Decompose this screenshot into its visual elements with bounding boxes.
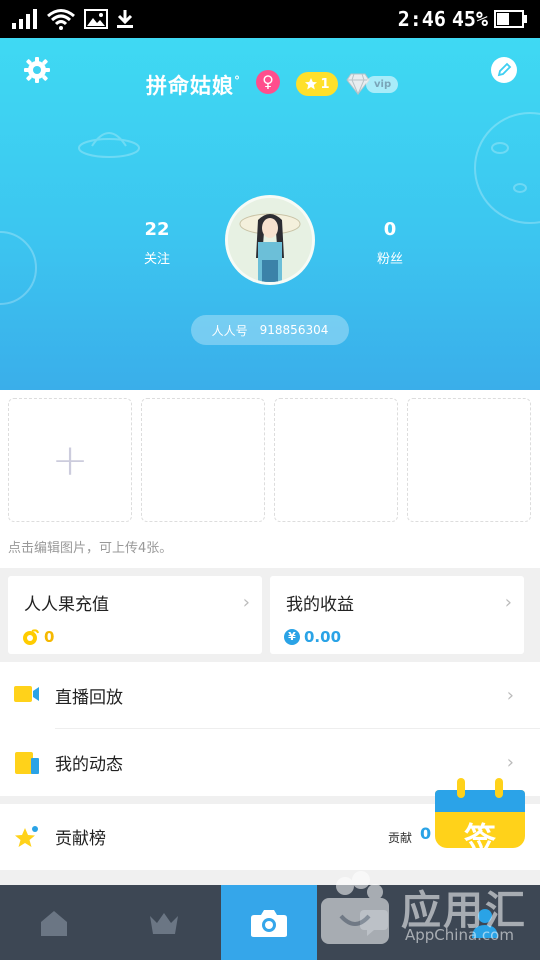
photo-slot[interactable]: [274, 398, 398, 522]
contribution-label: 贡献: [388, 831, 413, 845]
earnings-value: 0.00: [304, 628, 342, 646]
vip-badge[interactable]: vip: [346, 72, 399, 96]
recharge-card[interactable]: 人人果充值 › 0: [8, 576, 262, 654]
add-photo-icon: +: [51, 434, 89, 486]
tab-live-camera[interactable]: [221, 885, 317, 960]
video-camera-icon: [14, 686, 39, 702]
signal-icon: [12, 9, 37, 29]
earnings-balance: ¥ 0.00: [284, 628, 341, 646]
contribution-title: 贡献榜: [55, 829, 106, 849]
fans-stat[interactable]: 0 粉丝: [350, 219, 430, 267]
profile-menu: 直播回放 › 我的动态 ›: [0, 662, 540, 796]
recharge-title: 人人果充值: [24, 595, 109, 615]
star-icon: [305, 78, 318, 90]
menu-item-replay[interactable]: 直播回放 ›: [0, 662, 540, 728]
recharge-balance: 0: [22, 628, 54, 646]
vip-label: vip: [366, 75, 399, 93]
recharge-value: 0: [44, 628, 55, 646]
menu-item-dynamics-label: 我的动态: [55, 754, 123, 775]
nickname: 拼命姑娘°: [146, 70, 241, 100]
status-bar: 2:46 45%: [0, 0, 540, 38]
wifi-icon: [47, 9, 75, 30]
nickname-text: 拼命姑娘: [146, 74, 234, 98]
contribution-value: 0: [420, 824, 432, 843]
download-icon: [117, 10, 133, 28]
avatar-portrait-icon: [228, 198, 312, 282]
watermark-subtitle: AppChina.com: [405, 926, 514, 944]
planet-left-decoration-icon: [0, 231, 37, 305]
profile-header: 拼命姑娘° ♀ 1 vip 22 关注 0 粉丝 人人号 918856304: [0, 38, 540, 390]
fans-count: 0: [383, 219, 397, 240]
gear-icon: [24, 57, 50, 83]
fruit-coin-icon: [23, 629, 39, 645]
battery-percent: 45%: [451, 7, 488, 31]
planet-decoration-icon: [474, 112, 540, 224]
photo-gallery: + 点击编辑图片，可上传4张。: [0, 390, 540, 568]
home-icon: [41, 910, 67, 936]
chevron-right-icon: ›: [506, 684, 514, 706]
tab-rank[interactable]: [108, 885, 220, 960]
nickname-mark: °: [234, 74, 241, 88]
camera-icon: [251, 909, 287, 937]
user-id-value: 918856304: [259, 323, 329, 337]
chevron-right-icon: ›: [242, 592, 250, 613]
battery-icon: [494, 10, 527, 28]
calendar-ring: [457, 778, 465, 798]
status-time: 2:46: [397, 7, 446, 31]
earnings-card[interactable]: 我的收益 › ¥ 0.00: [270, 576, 524, 654]
following-stat[interactable]: 22 关注: [117, 219, 197, 267]
following-count: 22: [144, 219, 170, 240]
appchina-watermark: 应用汇 AppChina.com: [315, 858, 540, 960]
chevron-right-icon: ›: [506, 751, 514, 773]
sign-in-button[interactable]: 签: [435, 778, 525, 848]
fans-label: 粉丝: [376, 252, 403, 267]
avatar[interactable]: [225, 195, 315, 285]
photo-slot[interactable]: [141, 398, 265, 522]
dynamics-icon: [15, 752, 39, 774]
level-value: 1: [320, 76, 330, 92]
tab-home[interactable]: [0, 885, 108, 960]
yen-icon: ¥: [284, 629, 300, 645]
crown-icon: [150, 912, 178, 934]
ufo-decoration-icon: [78, 132, 140, 158]
edit-profile-button[interactable]: [486, 52, 522, 88]
photo-slot-add[interactable]: +: [8, 398, 132, 522]
photo-upload-hint: 点击编辑图片，可上传4张。: [8, 541, 173, 556]
earnings-title: 我的收益: [286, 595, 354, 615]
sign-in-label: 签: [463, 820, 496, 848]
level-badge[interactable]: 1: [296, 72, 338, 96]
user-id-pill: 人人号 918856304: [191, 315, 349, 345]
photo-slot[interactable]: [407, 398, 531, 522]
star-rank-icon: [15, 826, 38, 847]
calendar-icon: 签: [435, 790, 525, 848]
chevron-right-icon: ›: [504, 592, 512, 613]
image-icon: [84, 9, 108, 29]
pencil-icon: [491, 57, 517, 83]
user-id-label: 人人号: [211, 323, 248, 338]
bag-logo-icon: [321, 871, 389, 944]
settings-button[interactable]: [19, 52, 55, 88]
menu-item-replay-label: 直播回放: [55, 687, 123, 708]
female-gender-icon: ♀: [256, 70, 280, 94]
calendar-header: [435, 790, 525, 812]
following-label: 关注: [143, 252, 170, 267]
calendar-ring: [495, 778, 503, 798]
wallet-cards: 人人果充值 › 0 我的收益 › ¥ 0.00: [0, 568, 540, 662]
